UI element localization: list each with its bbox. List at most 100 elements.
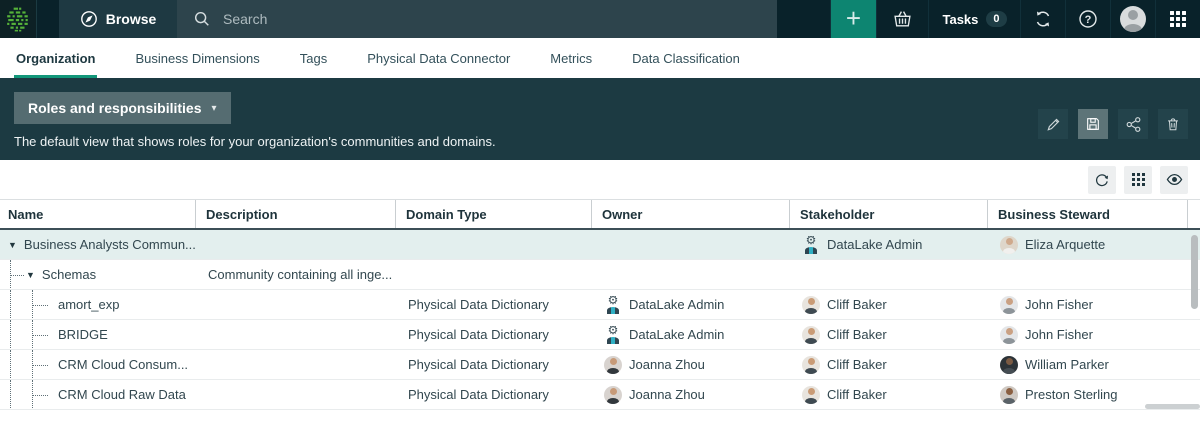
person-avatar-icon [1000,326,1018,344]
grid-icon [1132,173,1135,176]
tab-tags[interactable]: Tags [298,38,329,78]
share-nodes-icon [1125,116,1142,133]
top-navbar: Browse + Tasks 0 [0,0,1200,38]
asset-name[interactable]: BRIDGE [58,327,108,342]
person-avatar-icon [1000,386,1018,404]
column-header-domain-type[interactable]: Domain Type [396,200,592,228]
admin-avatar-icon: ⚙ [604,296,622,314]
column-header-stakeholder[interactable]: Stakeholder [790,200,988,228]
help-button[interactable]: ? [1065,0,1110,38]
admin-avatar-icon: ⚙ [604,326,622,344]
domain-type: Physical Data Dictionary [408,327,549,342]
table-row[interactable]: amort_exp Physical Data Dictionary ⚙ Dat… [0,290,1200,320]
tab-label: Business Dimensions [135,51,259,66]
business-steward-name[interactable]: Preston Sterling [1025,387,1118,402]
tree-guide [10,290,11,319]
caret-down-icon: ▾ [212,103,217,114]
share-view-button[interactable] [1118,109,1148,139]
column-label: Description [206,207,278,222]
refresh-button[interactable] [1088,166,1116,194]
compass-icon [80,10,98,28]
table-row[interactable]: CRM Cloud Consum... Physical Data Dictio… [0,350,1200,380]
visibility-button[interactable] [1160,166,1188,194]
horizontal-scrollbar[interactable] [1145,404,1200,409]
tab-metrics[interactable]: Metrics [548,38,594,78]
table-row[interactable]: CRM Cloud Raw Data Physical Data Diction… [0,380,1200,410]
business-steward-name[interactable]: Eliza Arquette [1025,237,1105,252]
stakeholder-name[interactable]: Cliff Baker [827,297,887,312]
column-header-owner[interactable]: Owner [592,200,790,228]
stakeholder-name[interactable]: Cliff Baker [827,387,887,402]
apps-menu-button[interactable] [1155,0,1200,38]
tree-guide [10,320,11,349]
columns-button[interactable] [1124,166,1152,194]
table-row[interactable]: ▼ Business Analysts Commun... ⚙ DataLake… [0,230,1200,260]
asset-description: Community containing all inge... [208,267,392,282]
column-header-business-steward[interactable]: Business Steward [988,200,1188,228]
column-header-gutter [1188,200,1200,228]
question-circle-icon: ? [1078,9,1098,29]
save-view-button[interactable] [1078,109,1108,139]
tasks-button[interactable]: Tasks 0 [928,0,1020,38]
column-header-name[interactable]: Name [0,200,196,228]
plus-icon: + [846,5,861,31]
expand-caret-icon[interactable]: ▼ [26,270,35,280]
owner-name[interactable]: Joanna Zhou [629,357,705,372]
refresh-icon [1094,172,1110,188]
person-avatar-icon [1000,296,1018,314]
table-toolbar [0,160,1200,200]
vertical-scrollbar[interactable] [1191,235,1198,309]
view-selector-label: Roles and responsibilities [28,100,202,116]
create-button[interactable]: + [830,0,876,38]
person-avatar-icon [802,356,820,374]
owner-name[interactable]: DataLake Admin [629,327,724,342]
stakeholder-name[interactable]: DataLake Admin [827,237,922,252]
global-search[interactable] [177,0,777,38]
delete-view-button[interactable] [1158,109,1188,139]
view-selector-button[interactable]: Roles and responsibilities ▾ [14,92,231,124]
search-input[interactable] [223,11,761,27]
business-steward-name[interactable]: John Fisher [1025,297,1093,312]
shopping-basket-button[interactable] [876,0,928,38]
tab-business-dimensions[interactable]: Business Dimensions [133,38,261,78]
table-row[interactable]: BRIDGE Physical Data Dictionary ⚙ DataLa… [0,320,1200,350]
stakeholder-name[interactable]: Cliff Baker [827,327,887,342]
svg-text:?: ? [1085,14,1092,26]
tab-organization[interactable]: Organization [14,38,97,78]
person-avatar-icon [802,296,820,314]
domain-type: Physical Data Dictionary [408,387,549,402]
tab-label: Data Classification [632,51,740,66]
business-steward-name[interactable]: John Fisher [1025,327,1093,342]
domain-type: Physical Data Dictionary [408,357,549,372]
asset-name[interactable]: amort_exp [58,297,119,312]
stakeholder-name[interactable]: Cliff Baker [827,357,887,372]
basket-icon [893,10,912,28]
column-label: Domain Type [406,207,487,222]
person-avatar-icon [604,386,622,404]
sync-button[interactable] [1020,0,1065,38]
owner-name[interactable]: DataLake Admin [629,297,724,312]
app-logo[interactable] [0,0,37,38]
tree-branch [33,395,48,396]
asset-name[interactable]: CRM Cloud Consum... [58,357,188,372]
business-steward-name[interactable]: William Parker [1025,357,1109,372]
tab-data-classification[interactable]: Data Classification [630,38,742,78]
user-menu-button[interactable] [1110,0,1155,38]
tab-physical-data-connector[interactable]: Physical Data Connector [365,38,512,78]
table-row[interactable]: ▼ Schemas Community containing all inge.… [0,260,1200,290]
asset-name[interactable]: CRM Cloud Raw Data [58,387,186,402]
tab-label: Physical Data Connector [367,51,510,66]
person-avatar-icon [802,326,820,344]
expand-caret-icon[interactable]: ▼ [8,240,17,250]
search-icon [193,10,211,28]
tasks-count-badge: 0 [986,11,1006,27]
edit-view-button[interactable] [1038,109,1068,139]
asset-name[interactable]: Business Analysts Commun... [24,237,196,252]
domain-type: Physical Data Dictionary [408,297,549,312]
owner-name[interactable]: Joanna Zhou [629,387,705,402]
asset-name[interactable]: Schemas [42,267,96,282]
column-header-description[interactable]: Description [196,200,396,228]
tree-branch [33,335,48,336]
tab-label: Metrics [550,51,592,66]
browse-button[interactable]: Browse [59,0,177,38]
